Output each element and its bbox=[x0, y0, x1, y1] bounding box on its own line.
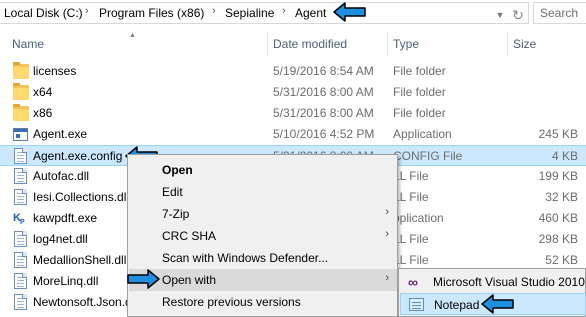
file-size: 245 KB bbox=[538, 127, 578, 141]
file-date: 5/31/2016 8:00 AM bbox=[273, 106, 374, 120]
file-row[interactable]: Agent.exe 5/10/2016 4:52 PM Application … bbox=[0, 124, 586, 145]
column-divider[interactable] bbox=[267, 32, 268, 56]
file-name: Autofac.dll bbox=[33, 169, 90, 183]
menu-item-label: CRC SHA bbox=[162, 229, 217, 243]
file-name: Iesi.Collections.dll bbox=[33, 190, 130, 204]
chevron-right-icon: › bbox=[385, 228, 389, 240]
file-name: x64 bbox=[33, 85, 53, 99]
file-row[interactable]: x86 5/31/2016 8:00 AM File folder bbox=[0, 103, 586, 124]
config-file-icon bbox=[14, 148, 27, 164]
breadcrumb-separator-icon[interactable]: › bbox=[212, 5, 216, 17]
file-type: LL File bbox=[393, 190, 429, 204]
column-header-row: ▲ Name Date modified Type Size bbox=[0, 32, 586, 56]
kawpdft-icon: KP bbox=[13, 212, 25, 227]
breadcrumb-sepialine[interactable]: Sepialine bbox=[225, 6, 274, 20]
menu-item-open-with[interactable]: Open with › bbox=[129, 269, 397, 291]
file-date: 5/10/2016 4:52 PM bbox=[273, 127, 375, 141]
submenu-item-label: Notepad bbox=[434, 298, 480, 312]
annotation-arrow-icon bbox=[481, 294, 514, 314]
breadcrumb-agent[interactable]: Agent bbox=[295, 6, 326, 20]
chevron-right-icon: › bbox=[385, 272, 389, 284]
file-name: Newtonsoft.Json.d bbox=[33, 295, 132, 309]
menu-item-label: Open with bbox=[162, 273, 217, 287]
breadcrumb-separator-icon[interactable]: › bbox=[85, 5, 89, 17]
file-name: Agent.exe.config bbox=[33, 149, 123, 163]
annotation-arrow-icon bbox=[127, 269, 160, 289]
file-size: 52 KB bbox=[545, 253, 578, 267]
file-type: File folder bbox=[393, 64, 446, 78]
folder-icon bbox=[13, 83, 29, 100]
menu-item-crc-sha[interactable]: CRC SHA › bbox=[129, 225, 397, 247]
folder-icon bbox=[13, 104, 29, 121]
visual-studio-icon: ∞ bbox=[408, 274, 418, 290]
dll-file-icon bbox=[14, 231, 27, 247]
menu-item-edit[interactable]: Edit bbox=[129, 181, 397, 203]
file-name: licenses bbox=[33, 64, 77, 78]
menu-item-open[interactable]: Open bbox=[129, 159, 397, 181]
dll-file-icon bbox=[14, 294, 27, 310]
dll-file-icon bbox=[14, 252, 27, 268]
dll-file-icon bbox=[14, 189, 27, 205]
file-name: log4net.dll bbox=[33, 232, 88, 246]
submenu-item-visual-studio[interactable]: ∞ Microsoft Visual Studio 2010 bbox=[400, 271, 586, 293]
chevron-right-icon: › bbox=[385, 206, 389, 218]
column-divider[interactable] bbox=[387, 32, 388, 56]
file-name: kawpdft.exe bbox=[33, 211, 98, 225]
sort-ascending-icon: ▲ bbox=[129, 32, 136, 39]
column-divider[interactable] bbox=[507, 32, 508, 56]
menu-item-label: Edit bbox=[162, 185, 183, 199]
search-input[interactable]: Search bbox=[533, 2, 586, 24]
file-type: CONFIG File bbox=[393, 149, 463, 163]
refresh-icon[interactable]: ↻ bbox=[509, 5, 527, 25]
dll-file-icon bbox=[14, 168, 27, 184]
file-date: 5/31/2016 8:00 AM bbox=[273, 85, 374, 99]
annotation-arrow-icon bbox=[333, 2, 366, 22]
column-header-name[interactable]: Name bbox=[12, 37, 44, 51]
file-size: 4 KB bbox=[551, 149, 578, 163]
menu-item-7zip[interactable]: 7-Zip › bbox=[129, 203, 397, 225]
column-header-type[interactable]: Type bbox=[393, 37, 419, 51]
file-name: x86 bbox=[33, 106, 53, 120]
address-bar-row: Local Disk (C:) › Program Files (x86) › … bbox=[0, 0, 586, 26]
column-header-date[interactable]: Date modified bbox=[273, 37, 347, 51]
breadcrumb-local-disk[interactable]: Local Disk (C:) bbox=[4, 6, 83, 20]
file-date: 5/19/2016 8:54 AM bbox=[273, 64, 374, 78]
folder-icon bbox=[13, 62, 29, 79]
dll-file-icon bbox=[14, 273, 27, 289]
file-name: Agent.exe bbox=[33, 127, 88, 141]
notepad-icon bbox=[409, 298, 424, 311]
menu-item-label: Restore previous versions bbox=[162, 295, 301, 309]
breadcrumb-separator-icon[interactable]: › bbox=[282, 5, 286, 17]
file-size: 460 KB bbox=[538, 211, 578, 225]
file-type: LL File bbox=[393, 253, 429, 267]
file-name: MoreLinq.dll bbox=[33, 274, 99, 288]
file-row[interactable]: x64 5/31/2016 8:00 AM File folder bbox=[0, 82, 586, 103]
file-type: File folder bbox=[393, 85, 446, 99]
menu-item-restore-versions[interactable]: Restore previous versions bbox=[129, 291, 397, 313]
file-size: 298 KB bbox=[538, 232, 578, 246]
file-size: 199 KB bbox=[538, 169, 578, 183]
file-name: MedallionShell.dll bbox=[33, 253, 127, 267]
file-type: LL File bbox=[393, 169, 429, 183]
menu-item-label: 7-Zip bbox=[162, 207, 190, 221]
file-row[interactable]: licenses 5/19/2016 8:54 AM File folder bbox=[0, 61, 586, 82]
file-type: pplication bbox=[393, 211, 444, 225]
file-type: File folder bbox=[393, 106, 446, 120]
chevron-down-icon[interactable]: ▼ bbox=[493, 5, 507, 25]
context-menu: Open Edit 7-Zip › CRC SHA › Scan with Wi… bbox=[127, 154, 398, 317]
address-bar[interactable]: Local Disk (C:) › Program Files (x86) › … bbox=[0, 2, 529, 24]
menu-item-label: Scan with Windows Defender... bbox=[162, 251, 329, 265]
breadcrumb-program-files[interactable]: Program Files (x86) bbox=[99, 6, 204, 20]
file-type: LL File bbox=[393, 232, 429, 246]
exe-icon bbox=[13, 128, 28, 141]
menu-item-label: Open bbox=[162, 163, 193, 177]
column-header-size[interactable]: Size bbox=[513, 37, 536, 51]
menu-item-scan-defender[interactable]: Scan with Windows Defender... bbox=[129, 247, 397, 269]
submenu-item-label: Microsoft Visual Studio 2010 bbox=[433, 275, 585, 289]
file-type: Application bbox=[393, 127, 452, 141]
file-size: 32 KB bbox=[545, 190, 578, 204]
